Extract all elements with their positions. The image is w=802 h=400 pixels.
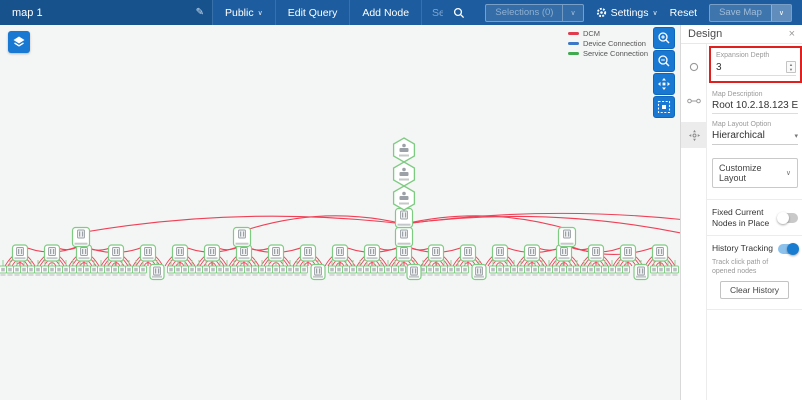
panel-close-button[interactable]: ×	[789, 28, 795, 40]
legend-swatch-dcm	[568, 32, 579, 35]
design-panel: Design ×	[680, 25, 802, 400]
chevron-down-icon: ∨	[653, 9, 658, 17]
legend-label: Device Connection	[583, 39, 646, 48]
map-canvas[interactable]: DCM Device Connection Service Connection	[0, 25, 680, 400]
map-description-field: Map Description	[712, 91, 798, 114]
selections-label: Selections (0)	[486, 5, 562, 21]
zoom-out-icon	[657, 54, 671, 68]
topbar-right: Selections (0) ∨ Settings ∨ Reset Save M…	[475, 0, 802, 25]
history-tracking-toggle[interactable]	[778, 244, 798, 254]
layout-spider-icon	[688, 129, 701, 142]
link-icon	[687, 97, 701, 105]
map-description-input[interactable]	[712, 100, 798, 111]
chevron-down-icon: ∨	[786, 169, 791, 177]
gear-icon	[596, 7, 607, 18]
legend-swatch-device	[568, 42, 579, 45]
divider	[707, 309, 802, 310]
search-icon[interactable]	[453, 7, 465, 19]
layers-icon	[12, 35, 26, 49]
circle-icon	[688, 61, 700, 73]
legend-item: Service Connection	[568, 49, 648, 58]
zoom-out-button[interactable]	[653, 50, 675, 72]
zoom-in-icon	[657, 31, 671, 45]
zoom-in-button[interactable]	[653, 27, 675, 49]
fixed-nodes-row: Fixed Current Nodes in Place	[710, 200, 799, 235]
reset-button[interactable]: Reset	[670, 7, 697, 19]
save-map-caret-button[interactable]: ∨	[771, 5, 791, 21]
save-map-button[interactable]: Save Map ∨	[709, 4, 792, 22]
legend-label: Service Connection	[583, 49, 648, 58]
edit-title-pencil-icon[interactable]: ✎	[196, 7, 204, 18]
rail-item-link-style[interactable]	[681, 88, 707, 114]
rail-item-node-style[interactable]	[681, 54, 707, 80]
panel-title: Design	[688, 28, 722, 40]
expansion-depth-label: Expansion Depth	[716, 52, 796, 59]
expansion-depth-highlight: Expansion Depth ▲ ▼	[709, 46, 802, 83]
map-layout-select[interactable]: Hierarchical ▾	[712, 130, 798, 145]
pan-fit-button[interactable]	[653, 73, 675, 95]
map-layout-label: Map Layout Option	[712, 121, 798, 128]
map-description-label: Map Description	[712, 91, 798, 98]
close-icon: ×	[789, 28, 795, 40]
chevron-down-icon: ∨	[258, 9, 263, 17]
add-node-label: Add Node	[362, 7, 409, 19]
search-area	[422, 0, 475, 25]
topology-svg[interactable]	[0, 25, 680, 400]
public-dropdown[interactable]: Public ∨	[212, 0, 276, 25]
canvas-toolbar	[653, 27, 675, 118]
legend-item: DCM	[568, 29, 648, 38]
topbar: map 1 ✎ Public ∨ Edit Query Add Node Sel…	[0, 0, 802, 25]
edit-query-label: Edit Query	[288, 7, 338, 19]
customize-layout-dropdown[interactable]: Customize Layout ∨	[712, 158, 798, 188]
frame-select-button[interactable]	[653, 96, 675, 118]
history-hint: Track click path of opened nodes	[712, 258, 792, 276]
selections-caret-button[interactable]: ∨	[562, 5, 582, 21]
customize-layout-label: Customize Layout	[719, 163, 786, 183]
panel-content: Expansion Depth ▲ ▼ Map Description	[707, 44, 802, 400]
panel-rail	[681, 44, 707, 400]
frame-select-icon	[657, 100, 671, 114]
selections-button[interactable]: Selections (0) ∨	[485, 4, 583, 22]
settings-button[interactable]: Settings ∨	[596, 7, 658, 19]
layers-button[interactable]	[8, 31, 30, 53]
reset-label: Reset	[670, 7, 697, 19]
legend-item: Device Connection	[568, 39, 648, 48]
public-label: Public	[225, 7, 254, 19]
fixed-nodes-label: Fixed Current Nodes in Place	[712, 207, 774, 228]
settings-label: Settings	[611, 7, 649, 19]
menu-item-add-node[interactable]: Add Node	[350, 0, 422, 25]
legend-label: DCM	[583, 29, 600, 38]
menu-item-edit-query[interactable]: Edit Query	[276, 0, 351, 25]
move-arrows-icon	[657, 77, 671, 91]
rail-item-layout[interactable]	[681, 122, 707, 148]
design-panel-header: Design ×	[681, 25, 802, 44]
expansion-depth-stepper[interactable]: ▲ ▼	[786, 61, 796, 73]
legend: DCM Device Connection Service Connection	[568, 29, 648, 59]
stepper-down-icon[interactable]: ▼	[789, 67, 793, 72]
map-title-section: map 1 ✎	[0, 0, 212, 25]
map-layout-value: Hierarchical	[712, 130, 765, 141]
expansion-depth-input[interactable]	[716, 62, 786, 73]
save-map-label: Save Map	[710, 5, 771, 21]
topbar-menu: Public ∨ Edit Query Add Node	[212, 0, 475, 25]
fixed-nodes-toggle[interactable]	[778, 213, 798, 223]
map-title: map 1	[12, 7, 43, 19]
history-tracking-label: History Tracking	[712, 243, 774, 254]
chevron-down-icon: ▾	[794, 132, 798, 140]
search-input[interactable]	[422, 7, 453, 19]
clear-history-button[interactable]: Clear History	[720, 281, 789, 299]
map-layout-field: Map Layout Option Hierarchical ▾	[712, 121, 798, 145]
legend-swatch-service	[568, 52, 579, 55]
